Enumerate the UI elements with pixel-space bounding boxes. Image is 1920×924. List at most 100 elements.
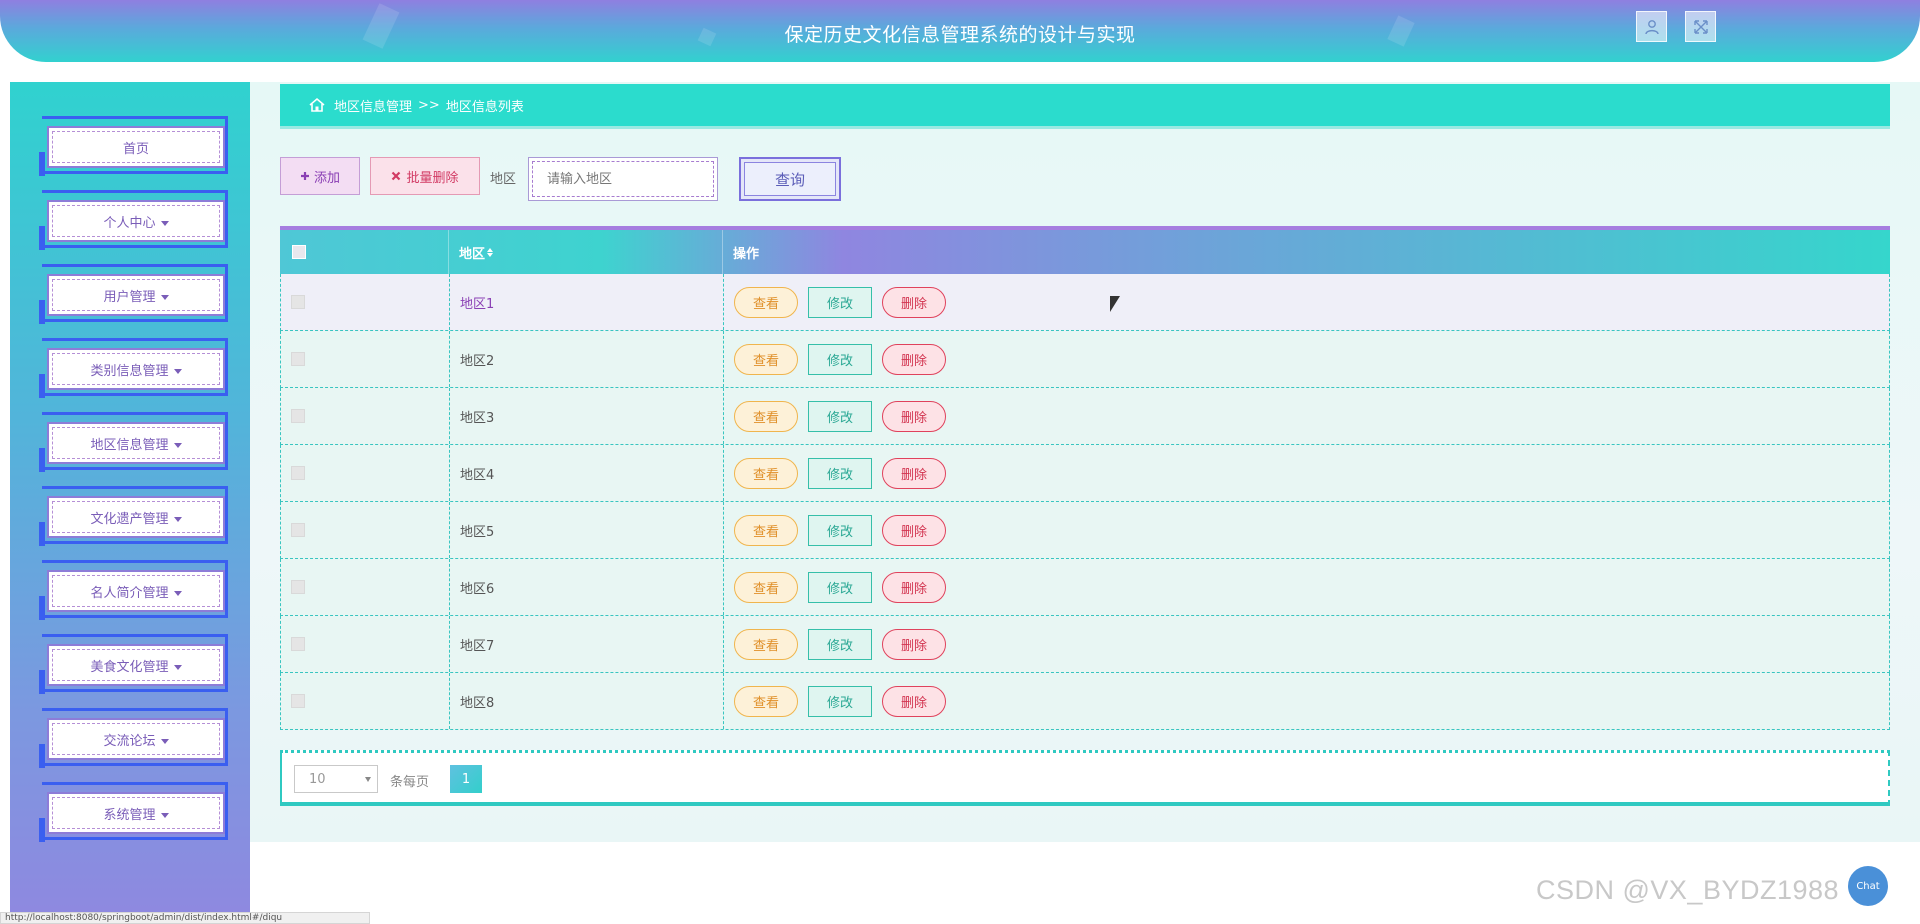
delete-button[interactable]: 删除 — [882, 400, 946, 432]
row-checkbox[interactable] — [291, 466, 305, 480]
query-button[interactable]: 查询 — [739, 157, 841, 201]
chat-float-button[interactable]: Chat — [1848, 866, 1888, 906]
edit-button[interactable]: 修改 — [808, 286, 872, 318]
user-button[interactable] — [1636, 11, 1667, 42]
menu-stub — [39, 152, 45, 176]
row-region-cell: 地区5 — [449, 502, 723, 558]
menu-stub — [39, 670, 45, 694]
table-row[interactable]: 地区2 查看 修改 删除 — [280, 331, 1890, 388]
view-button[interactable]: 查看 — [734, 286, 798, 318]
delete-button[interactable]: 删除 — [882, 685, 946, 717]
row-checkbox[interactable] — [291, 409, 305, 423]
edit-button[interactable]: 修改 — [808, 628, 872, 660]
sidebar-item-label: 名人简介管理 — [90, 582, 182, 601]
fullscreen-icon — [1693, 19, 1708, 34]
row-select-cell — [281, 502, 449, 558]
menu-box: 类别信息管理 — [47, 348, 225, 390]
sidebar-item-category-management[interactable]: 类别信息管理 — [34, 338, 228, 398]
menu-box: 美食文化管理 — [47, 644, 225, 686]
sidebar-item-label: 类别信息管理 — [90, 360, 182, 379]
sidebar-item-home[interactable]: 首页 — [34, 116, 228, 176]
page-number-button[interactable]: 1 — [450, 765, 482, 793]
sidebar-item-forum[interactable]: 交流论坛 — [34, 708, 228, 768]
mouse-cursor-icon — [1110, 296, 1120, 312]
region-filter-label: 地区 — [490, 172, 517, 187]
region-search-wrapper — [528, 157, 718, 201]
edit-button[interactable]: 修改 — [808, 514, 872, 546]
sidebar-item-system-management[interactable]: 系统管理 — [34, 782, 228, 842]
sidebar-item-label: 首页 — [122, 141, 149, 157]
row-checkbox[interactable] — [291, 637, 305, 651]
row-checkbox[interactable] — [291, 352, 305, 366]
region-table: 地区 操作 地区1 查看 修改 删除 地区2 查看 修改 删除 地区3 查看 修… — [280, 226, 1890, 730]
home-icon — [309, 97, 325, 112]
table-row[interactable]: 地区6 查看 修改 删除 — [280, 559, 1890, 616]
view-button[interactable]: 查看 — [734, 514, 798, 546]
sidebar-item-personal-center[interactable]: 个人中心 — [34, 190, 228, 250]
edit-button[interactable]: 修改 — [808, 400, 872, 432]
table-row[interactable]: 地区1 查看 修改 删除 — [280, 274, 1890, 331]
edit-button[interactable]: 修改 — [808, 571, 872, 603]
view-button[interactable]: 查看 — [734, 571, 798, 603]
caret-down-icon — [173, 590, 182, 596]
table-row[interactable]: 地区8 查看 修改 删除 — [280, 673, 1890, 730]
view-button[interactable]: 查看 — [734, 400, 798, 432]
row-region-cell: 地区7 — [449, 616, 723, 672]
header-region-cell[interactable]: 地区 — [448, 230, 722, 274]
menu-box: 名人简介管理 — [47, 570, 225, 612]
sidebar-item-heritage-management[interactable]: 文化遗产管理 — [34, 486, 228, 546]
sidebar-item-food-culture-management[interactable]: 美食文化管理 — [34, 634, 228, 694]
table-row[interactable]: 地区7 查看 修改 删除 — [280, 616, 1890, 673]
view-button[interactable]: 查看 — [734, 457, 798, 489]
delete-button[interactable]: 删除 — [882, 628, 946, 660]
header-actions-cell: 操作 — [722, 230, 1890, 274]
row-checkbox[interactable] — [291, 523, 305, 537]
fullscreen-button[interactable] — [1685, 11, 1716, 42]
row-checkbox[interactable] — [291, 580, 305, 594]
delete-button[interactable]: 删除 — [882, 514, 946, 546]
delete-button[interactable]: 删除 — [882, 343, 946, 375]
user-icon — [1644, 19, 1659, 34]
batch-delete-button[interactable]: 批量删除 — [370, 157, 480, 195]
view-button[interactable]: 查看 — [734, 343, 798, 375]
sidebar-item-label: 地区信息管理 — [90, 434, 182, 453]
breadcrumb-separator: >> — [418, 97, 440, 113]
row-region-cell: 地区6 — [449, 559, 723, 615]
select-all-checkbox[interactable] — [292, 245, 306, 259]
delete-button[interactable]: 删除 — [882, 457, 946, 489]
menu-box: 交流论坛 — [47, 718, 225, 760]
breadcrumb-parent[interactable]: 地区信息管理 — [334, 96, 412, 115]
per-page-label: 条每页 — [390, 775, 430, 790]
menu-stub — [39, 596, 45, 620]
page-size-value: 10 — [309, 771, 326, 787]
menu-box: 地区信息管理 — [47, 422, 225, 464]
row-actions-cell: 查看 修改 删除 — [723, 673, 1889, 729]
region-name: 地区3 — [460, 410, 495, 426]
sort-icon[interactable] — [487, 247, 494, 257]
row-actions-cell: 查看 修改 删除 — [723, 274, 1889, 330]
view-button[interactable]: 查看 — [734, 628, 798, 660]
sidebar-item-user-management[interactable]: 用户管理 — [34, 264, 228, 324]
table-row[interactable]: 地区5 查看 修改 删除 — [280, 502, 1890, 559]
menu-box: 系统管理 — [47, 792, 225, 834]
breadcrumb-underline — [280, 126, 1890, 129]
edit-button[interactable]: 修改 — [808, 457, 872, 489]
menu-box: 个人中心 — [47, 200, 225, 242]
page-size-select[interactable]: 10 — [294, 765, 378, 793]
add-button[interactable]: 添加 — [280, 157, 360, 195]
row-actions-cell: 查看 修改 删除 — [723, 559, 1889, 615]
sidebar-item-region-management[interactable]: 地区信息管理 — [34, 412, 228, 472]
table-row[interactable]: 地区4 查看 修改 删除 — [280, 445, 1890, 502]
delete-button[interactable]: 删除 — [882, 571, 946, 603]
edit-button[interactable]: 修改 — [808, 343, 872, 375]
table-row[interactable]: 地区3 查看 修改 删除 — [280, 388, 1890, 445]
menu-box: 首页 — [47, 126, 225, 168]
sidebar-item-celebrity-management[interactable]: 名人简介管理 — [34, 560, 228, 620]
view-button[interactable]: 查看 — [734, 685, 798, 717]
edit-button[interactable]: 修改 — [808, 685, 872, 717]
region-search-input[interactable] — [532, 161, 714, 197]
row-region-cell: 地区3 — [449, 388, 723, 444]
row-checkbox[interactable] — [291, 295, 305, 309]
row-checkbox[interactable] — [291, 694, 305, 708]
delete-button[interactable]: 删除 — [882, 286, 946, 318]
